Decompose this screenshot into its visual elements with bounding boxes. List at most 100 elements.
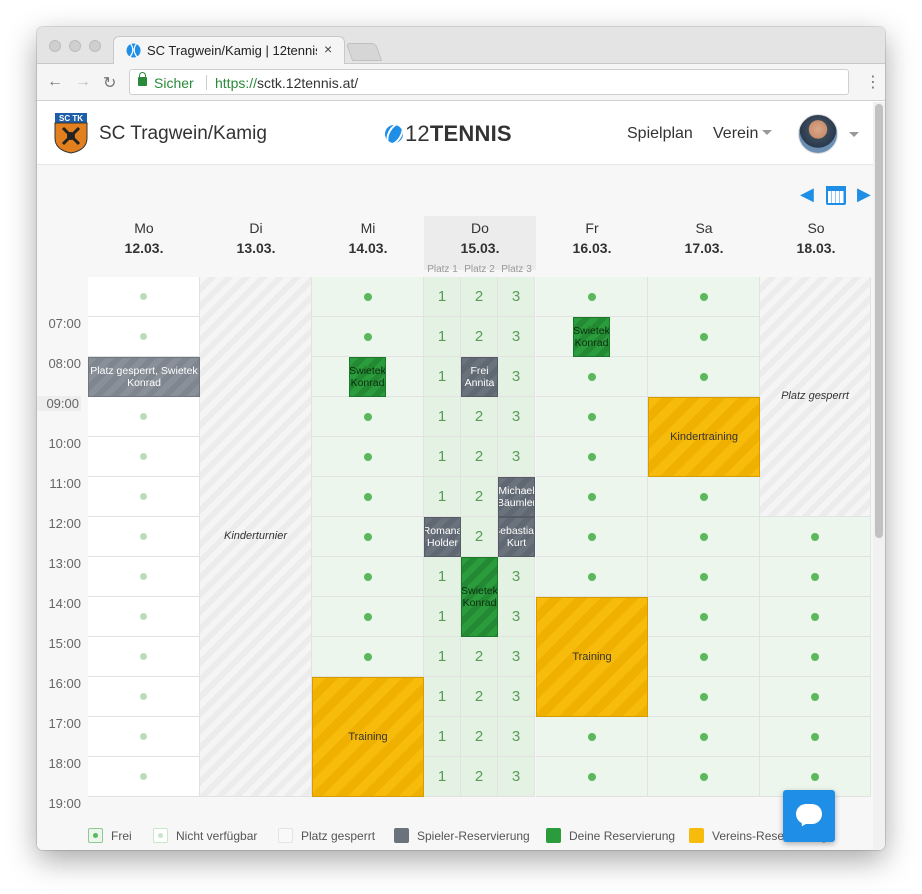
brand-logo[interactable]: 12TENNIS [385,121,512,147]
minimize-window-button[interactable] [69,40,81,52]
slot-free[interactable] [312,277,424,317]
court-slot[interactable]: 1 [424,317,461,357]
court-slot[interactable]: 1 [424,397,461,437]
court-slot[interactable]: 2 [461,517,498,557]
court-slot[interactable]: 3 [498,597,535,637]
slot-free[interactable] [648,637,760,677]
slot-free[interactable] [648,677,760,717]
court-slot[interactable]: 2 [461,397,498,437]
slot-free[interactable] [536,397,648,437]
slot-free[interactable] [760,557,871,597]
court-slot[interactable]: 3 [498,757,535,797]
court-slot[interactable]: 3 [498,717,535,757]
close-window-button[interactable] [49,40,61,52]
avatar[interactable] [798,114,838,154]
next-week-icon[interactable]: ▶ [857,184,871,205]
court-slot[interactable]: 1 [424,477,461,517]
court-slot[interactable]: 1 [424,597,461,637]
court-slot[interactable]: 1 [424,757,461,797]
reservation-own[interactable]: Swietek Konrad [461,557,498,637]
court-slot[interactable]: 3 [498,397,535,437]
slot-free[interactable] [312,477,424,517]
reservation-own[interactable]: Swietek Konrad [573,317,610,357]
browser-menu-icon[interactable]: ⋮ [865,72,881,92]
court-slot[interactable]: 2 [461,437,498,477]
court-slot[interactable]: 1 [424,717,461,757]
reservation-club[interactable]: Training [312,677,424,797]
reservation-player[interactable]: Frei Annita [461,357,498,397]
slot-free[interactable] [536,757,648,797]
nav-verein[interactable]: Verein [713,125,773,143]
reservation-player[interactable]: Sebastian Kurt [498,517,535,557]
slot-free[interactable] [760,677,871,717]
scrollbar[interactable] [873,102,885,850]
slot-free[interactable] [648,357,760,397]
court-slot[interactable]: 2 [461,677,498,717]
reservation-player[interactable]: Romana Holder [424,517,461,557]
new-tab-button[interactable] [345,43,383,61]
club-name[interactable]: SC Tragwein/Kamig [99,123,267,145]
slot-free[interactable] [312,397,424,437]
court-slot[interactable]: 3 [498,277,535,317]
slot-free[interactable] [648,517,760,557]
slot-free[interactable] [648,317,760,357]
slot-free[interactable] [312,557,424,597]
slot-free[interactable] [648,277,760,317]
court-slot[interactable]: 2 [461,637,498,677]
slot-free[interactable] [312,517,424,557]
calendar-icon[interactable] [826,186,846,205]
back-icon[interactable]: ← [47,73,63,91]
slot-free[interactable] [536,517,648,557]
court-slot[interactable]: 3 [498,637,535,677]
url-input[interactable]: Sicher https://sctk.12tennis.at/ [129,69,849,95]
slot-free[interactable] [648,757,760,797]
court-slot[interactable]: 3 [498,317,535,357]
chat-button[interactable] [783,790,835,842]
court-slot[interactable]: 2 [461,757,498,797]
reload-icon[interactable]: ↻ [103,73,116,93]
slot-free[interactable] [648,557,760,597]
maximize-window-button[interactable] [89,40,101,52]
reservation-club[interactable]: Kindertraining [648,397,760,477]
court-slot[interactable]: 3 [498,677,535,717]
slot-free[interactable] [536,357,648,397]
court-slot[interactable]: 1 [424,637,461,677]
court-slot[interactable]: 1 [424,677,461,717]
slot-free[interactable] [312,437,424,477]
slot-free[interactable] [536,437,648,477]
court-slot[interactable]: 3 [498,437,535,477]
court-slot[interactable]: 3 [498,357,535,397]
browser-tab[interactable]: SC Tragwein/Kamig | 12tennis.at × [113,36,345,64]
reservation-blocked[interactable]: Platz gesperrt, Swietek Konrad [88,357,200,397]
slot-free[interactable] [312,637,424,677]
slot-free[interactable] [760,637,871,677]
court-slot[interactable]: 1 [424,277,461,317]
prev-week-icon[interactable]: ◀ [800,184,814,205]
slot-free[interactable] [760,717,871,757]
scrollbar-thumb[interactable] [875,104,883,538]
reservation-own[interactable]: Swietek Konrad [349,357,386,397]
slot-free[interactable] [536,277,648,317]
slot-free[interactable] [648,477,760,517]
court-slot[interactable]: 1 [424,357,461,397]
forward-icon[interactable]: → [75,73,91,91]
slot-free[interactable] [648,717,760,757]
court-slot[interactable]: 2 [461,717,498,757]
court-slot[interactable]: 3 [498,557,535,597]
slot-free[interactable] [760,517,871,557]
reservation-club[interactable]: Training [536,597,648,717]
court-slot[interactable]: 2 [461,477,498,517]
user-menu-chevron-icon[interactable] [849,132,859,137]
slot-free[interactable] [536,477,648,517]
nav-spielplan[interactable]: Spielplan [627,125,693,143]
court-slot[interactable]: 2 [461,317,498,357]
reservation-player[interactable]: Michael Bäumler [498,477,535,517]
slot-free[interactable] [536,557,648,597]
court-slot[interactable]: 1 [424,557,461,597]
slot-free[interactable] [760,597,871,637]
court-slot[interactable]: 1 [424,437,461,477]
slot-free[interactable] [312,317,424,357]
slot-free[interactable] [536,717,648,757]
court-slot[interactable]: 2 [461,277,498,317]
slot-free[interactable] [648,597,760,637]
